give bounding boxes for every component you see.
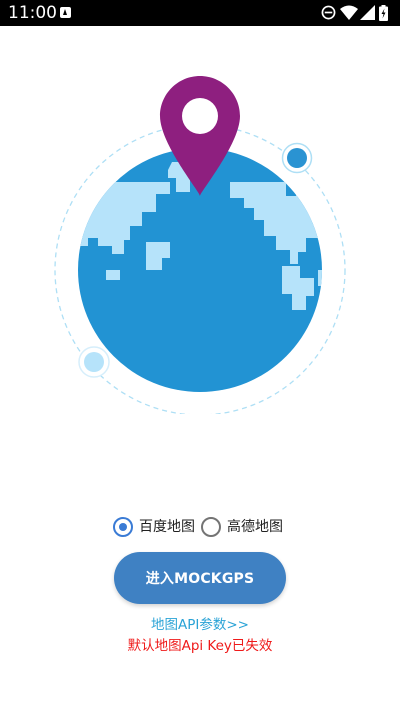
status-bar: 11:00	[0, 0, 400, 26]
radio-button-baidu[interactable]	[113, 517, 133, 537]
status-time: 11:00	[8, 3, 57, 23]
radio-label-gaode: 高德地图	[227, 519, 283, 535]
api-key-status: 默认地图Api Key已失效	[127, 638, 273, 654]
enter-mockgps-button[interactable]: 进入MOCKGPS	[114, 552, 286, 604]
radio-option-baidu[interactable]: 百度地图	[112, 517, 195, 537]
do-not-disturb-icon	[321, 5, 336, 20]
radio-label-baidu: 百度地图	[139, 519, 195, 535]
radio-button-gaode[interactable]	[201, 517, 221, 537]
radio-option-gaode[interactable]: 高德地图	[200, 517, 283, 537]
globe-illustration	[54, 76, 346, 414]
orbit-dot-icon	[78, 346, 110, 378]
app-notification-icon	[60, 7, 71, 18]
map-api-params-link[interactable]: 地图API参数>>	[0, 616, 400, 634]
signal-icon	[360, 5, 375, 20]
orbit-dot-icon	[281, 142, 313, 174]
battery-charging-icon	[379, 5, 388, 21]
map-provider-selector: 百度地图 高德地图	[112, 513, 283, 541]
wifi-icon	[340, 5, 358, 20]
